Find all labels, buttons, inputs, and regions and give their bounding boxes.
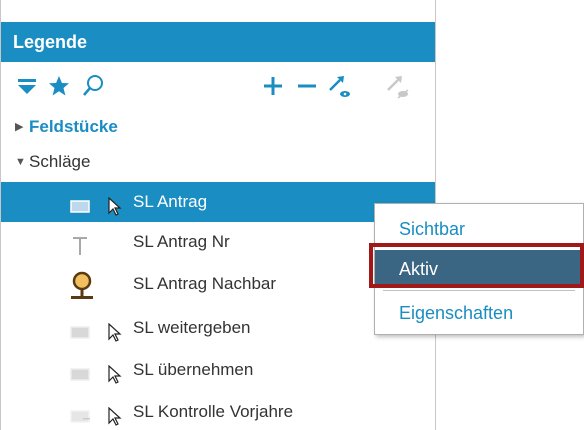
select-cursor-icon[interactable] <box>107 192 123 216</box>
magnifier-layer-icon <box>69 270 93 299</box>
caret-right-icon[interactable]: ▶ <box>15 108 23 146</box>
layer-context-menu: Sichtbar Aktiv Eigenschaften <box>374 203 584 335</box>
star-icon[interactable] <box>43 70 75 102</box>
layer-row-sl-kontrolle-vorjahre[interactable]: SL Kontrolle Vorjahre <box>1 392 435 430</box>
layer-row-sl-uebernehmen[interactable]: SL übernehmen <box>1 350 435 390</box>
select-cursor-icon[interactable] <box>107 318 123 342</box>
layer-row-sl-weitergeben[interactable]: SL weitergeben <box>1 308 435 348</box>
minus-icon[interactable] <box>291 70 323 102</box>
polygon-layer-icon <box>69 318 93 339</box>
layer-label: SL Antrag <box>133 192 208 211</box>
layer-row-sl-antrag[interactable]: SL Antrag <box>1 182 435 222</box>
select-cursor-icon[interactable] <box>107 360 123 384</box>
caret-down-icon[interactable]: ▼ <box>15 143 26 181</box>
show-all-icon[interactable] <box>323 70 355 102</box>
layer-label: SL übernehmen <box>133 360 254 379</box>
tree-group-schlaege[interactable]: ▼ Schläge <box>1 143 435 181</box>
filter-icon[interactable] <box>11 70 43 102</box>
polygon-layer-icon <box>69 360 93 381</box>
menu-item-eigenschaften[interactable]: Eigenschaften <box>375 294 583 332</box>
text-layer-icon <box>69 232 93 255</box>
menu-item-aktiv[interactable]: Aktiv <box>375 250 583 288</box>
legend-toolbar <box>1 62 435 110</box>
menu-divider <box>383 290 575 291</box>
layer-row-sl-antrag-nachbar[interactable]: SL Antrag Nachbar <box>1 264 435 304</box>
polygon-layer-icon <box>69 192 93 213</box>
polygon-layer-icon <box>69 402 93 423</box>
layer-row-sl-antrag-nr[interactable]: SL Antrag Nr <box>1 222 435 262</box>
panel-title: Legende <box>1 22 435 62</box>
search-icon[interactable] <box>77 70 109 102</box>
layer-label: SL Antrag Nr <box>133 232 230 251</box>
select-cursor-icon[interactable] <box>107 402 123 426</box>
hide-all-icon[interactable] <box>381 70 413 102</box>
legend-panel: Legende ▶ Feldstücke ▼ Schläge SL Antrag… <box>0 0 436 430</box>
tree-group-feldstuecke[interactable]: ▶ Feldstücke <box>1 108 435 146</box>
layer-label: SL Kontrolle Vorjahre <box>133 402 294 421</box>
menu-divider <box>383 246 575 247</box>
group-label: Schläge <box>29 152 91 171</box>
group-label: Feldstücke <box>29 117 118 136</box>
layer-label: SL Antrag Nachbar <box>133 274 277 293</box>
plus-icon[interactable] <box>257 70 289 102</box>
layer-label: SL weitergeben <box>133 318 251 337</box>
menu-item-sichtbar[interactable]: Sichtbar <box>375 210 583 248</box>
